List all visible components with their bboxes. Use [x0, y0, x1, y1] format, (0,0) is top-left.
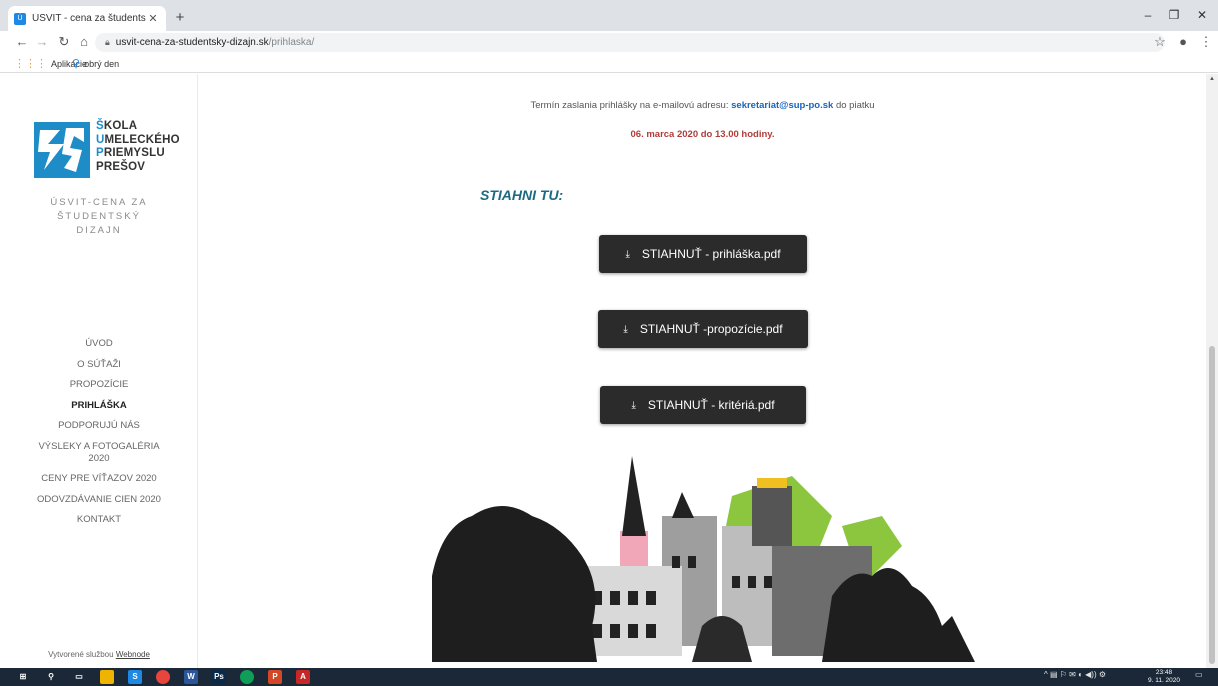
skype-icon[interactable]: S [128, 670, 142, 684]
clock-date: 9. 11. 2020 [1147, 677, 1181, 684]
logo-line: PRIEMYSLU [96, 147, 165, 159]
star-icon[interactable]: ☆ [1152, 34, 1168, 50]
search-icon[interactable]: ⚲ [44, 670, 58, 684]
sidebar: ŠKOLA UMELECKÉHO PRIEMYSLU PREŠOV ÚSVIT-… [0, 74, 198, 668]
site-favicon-icon: Ú [14, 12, 26, 25]
deadline-text: Termín zaslania prihlášky na e-mailovú a… [199, 100, 1206, 111]
logo-line: ŠKOLA [96, 120, 138, 132]
download-label: STIAHNUŤ -propozície.pdf [639, 322, 783, 336]
download-prihlaska-button[interactable]: ⤓ STIAHNUŤ - prihláška.pdf [599, 235, 807, 273]
site-name[interactable]: ÚSVIT-CENA ZA ŠTUDENTSKÝ DIZAJN [0, 196, 198, 238]
download-label: STIAHNUŤ - kritériá.pdf [647, 398, 775, 412]
nav-item-odovzdavanie[interactable]: ODOVZDÁVANIE CIEN 2020 [0, 494, 198, 506]
lock-icon: 🔒︎ [105, 37, 110, 47]
download-label: STIAHNUŤ - prihláška.pdf [641, 247, 781, 261]
task-view-icon[interactable]: ▭ [72, 670, 86, 684]
logo-line: UMELECKÉHO [96, 133, 180, 146]
deadline-suffix: do piatku [835, 100, 875, 111]
browser-tab[interactable]: Ú ÚSVIT - cena za študentský dizajn ✕ [8, 6, 166, 31]
nav-item-prihlaska[interactable]: PRIHLÁŠKA [0, 400, 198, 412]
chrome-icon[interactable] [156, 670, 170, 684]
deadline-date: 06. marca 2020 do 13.00 hodiny. [630, 129, 775, 140]
new-tab-button[interactable]: + [172, 9, 188, 26]
taskbar-clock[interactable]: 23:48 9. 11. 2020 [1146, 669, 1182, 685]
logo-text: ŠKOLA UMELECKÉHO PRIEMYSLU PREŠOV [96, 120, 180, 174]
bookmark-label: obrý den [84, 58, 120, 69]
acrobat-icon[interactable]: A [296, 670, 310, 684]
clock-time: 23:48 [1155, 669, 1173, 676]
restore-button[interactable]: ❐ [1164, 8, 1184, 22]
word-icon[interactable]: W [184, 670, 198, 684]
deadline-prefix: Termín zaslania prihlášky na e-mailovú a… [530, 100, 729, 111]
tab-title: ÚSVIT - cena za študentský dizajn [32, 13, 146, 24]
notifications-icon[interactable]: ▭ [1195, 670, 1203, 679]
nav-item-uvod[interactable]: ÚVOD [0, 338, 198, 350]
apps-grid-icon: ⋮⋮⋮ [14, 58, 47, 70]
photoshop-icon[interactable]: Ps [212, 670, 226, 684]
address-bar[interactable]: 🔒︎ usvit-cena-za-studentsky-dizajn.sk/pri… [95, 33, 1165, 52]
windows-start-icon[interactable]: ⊞ [16, 670, 30, 684]
powerpoint-icon[interactable]: P [268, 670, 282, 684]
nav-item-ceny[interactable]: CENY PRE VÍŤAZOV 2020 [0, 473, 198, 485]
file-explorer-icon[interactable] [100, 670, 114, 684]
home-icon[interactable]: ⌂ [76, 34, 92, 49]
download-propozicie-button[interactable]: ⤓ STIAHNUŤ -propozície.pdf [598, 310, 808, 348]
browser-toolbar: ← → ↻ ⌂ 🔒︎ usvit-cena-za-studentsky-dizaj… [0, 31, 1218, 54]
nav-item-vysledky[interactable]: VÝSLEKY A FOTOGALÉRIA 2020 [0, 441, 198, 465]
menu-icon[interactable]: ⋮ [1198, 34, 1214, 50]
download-icon: ⤓ [623, 323, 628, 335]
page-scrollbar[interactable]: ▲ [1206, 74, 1218, 668]
nav-item-kontakt[interactable]: KONTAKT [0, 514, 198, 526]
nav-item-propozicie[interactable]: PROPOZÍCIE [0, 379, 198, 391]
scroll-up-icon[interactable]: ▲ [1206, 76, 1218, 82]
bookmark-item[interactable]: ⚲ obrý den [72, 57, 119, 70]
minimize-button[interactable]: – [1138, 8, 1158, 22]
school-logo[interactable]: ŠKOLA UMELECKÉHO PRIEMYSLU PREŠOV [34, 120, 180, 180]
download-icon: ⤓ [625, 248, 630, 260]
tab-close-icon[interactable]: ✕ [146, 12, 160, 25]
back-icon[interactable]: ← [14, 34, 30, 49]
nav-item-podporuju-nas[interactable]: PODPORUJÚ NÁS [0, 420, 198, 432]
download-icon: ⤓ [631, 399, 636, 411]
school-building-illustration [432, 456, 975, 662]
reload-icon[interactable]: ↻ [56, 34, 72, 50]
footer-credit: Vytvorené službou Webnode [0, 650, 198, 659]
windows-taskbar: ⊞ ⚲ ▭ S W Ps P A ^ ▤ ⚐ ✉ ◐ ◀)) ⚙ 23:48 9… [0, 668, 1218, 686]
bookmark-user-icon: ⚲ [72, 58, 81, 70]
edge-icon[interactable] [240, 670, 254, 684]
logo-line: PREŠOV [96, 160, 146, 173]
bookmarks-bar: ⋮⋮⋮ Aplikácie ⚲ obrý den [0, 54, 1218, 73]
nav-item-o-sutazi[interactable]: O SÚŤAŽI [0, 359, 198, 371]
forward-icon[interactable]: → [34, 34, 50, 49]
url-path: /prihlaska/ [268, 37, 315, 48]
download-heading: STIAHNI TU: [480, 187, 564, 203]
credit-text: Vytvorené službou [48, 650, 114, 659]
tray-icons[interactable]: ^ ▤ ⚐ ✉ ◐ ◀)) ⚙ [1044, 670, 1106, 679]
download-kriteria-button[interactable]: ⤓ STIAHNUŤ - kritériá.pdf [600, 386, 806, 424]
webnode-link[interactable]: Webnode [116, 650, 150, 659]
main-content: Termín zaslania prihlášky na e-mailovú a… [199, 74, 1206, 668]
web-page: ŠKOLA UMELECKÉHO PRIEMYSLU PREŠOV ÚSVIT-… [0, 74, 1218, 668]
scrollbar-thumb[interactable] [1209, 346, 1215, 664]
close-window-button[interactable]: ✕ [1192, 8, 1212, 22]
url-host: usvit-cena-za-studentsky-dizajn.sk [115, 37, 269, 48]
main-nav: ÚVOD O SÚŤAŽI PROPOZÍCIE PRIHLÁŠKA PODPO… [0, 338, 198, 535]
email-link[interactable]: sekretariat@sup-po.sk [731, 100, 833, 111]
school-logo-mark-icon [34, 122, 90, 178]
browser-tab-bar: Ú ÚSVIT - cena za študentský dizajn ✕ + … [0, 0, 1218, 31]
profile-icon[interactable]: ● [1175, 34, 1191, 49]
